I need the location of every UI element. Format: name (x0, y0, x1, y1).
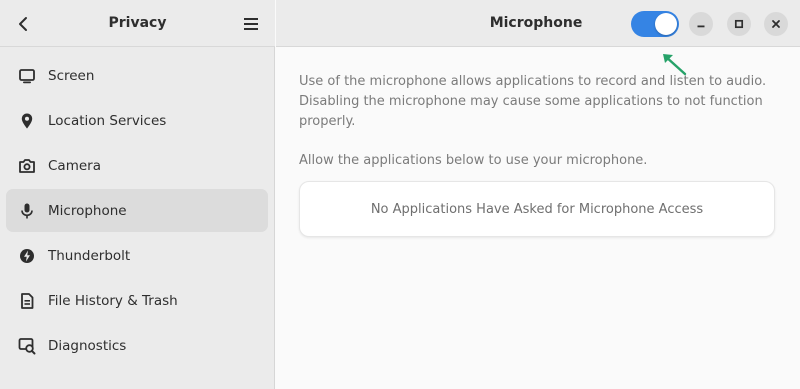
thunderbolt-icon (18, 247, 36, 265)
page-title: Microphone (489, 15, 583, 31)
microphone-toggle[interactable] (631, 11, 679, 37)
maximize-button[interactable] (727, 12, 751, 36)
toggle-knob (655, 13, 677, 35)
file-history-icon (18, 292, 36, 310)
allow-apps-text: Allow the applications below to use your… (299, 153, 648, 168)
maximize-icon (734, 19, 744, 29)
microphone-content: Use of the microphone allows application… (299, 72, 777, 237)
apps-list-box: No Applications Have Asked for Microphon… (299, 181, 775, 237)
sidebar-item-camera[interactable]: Camera (6, 144, 268, 187)
minimize-icon (697, 25, 705, 28)
sidebar-item-thunderbolt[interactable]: Thunderbolt (6, 234, 268, 277)
sidebar-item-label: Thunderbolt (48, 247, 131, 264)
sidebar: Privacy Screen Location Services Camera … (0, 0, 275, 389)
minimize-button[interactable] (689, 12, 713, 36)
screen-icon (18, 67, 36, 85)
annotation-arrow-icon (663, 54, 687, 76)
sidebar-item-file-history-trash[interactable]: File History & Trash (6, 279, 268, 322)
microphone-icon (18, 202, 36, 220)
sidebar-item-label: Microphone (48, 202, 127, 219)
sidebar-item-label: Screen (48, 67, 95, 84)
sidebar-item-label: File History & Trash (48, 292, 178, 309)
main-header: Microphone (276, 0, 800, 47)
sidebar-item-screen[interactable]: Screen (6, 54, 268, 97)
settings-window: Privacy Screen Location Services Camera … (0, 0, 800, 389)
microphone-description: Use of the microphone allows application… (299, 74, 767, 129)
sidebar-item-label: Diagnostics (48, 337, 127, 354)
menu-button[interactable] (235, 9, 267, 39)
sidebar-item-microphone[interactable]: Microphone (6, 189, 268, 232)
empty-state-label: No Applications Have Asked for Microphon… (370, 201, 704, 217)
close-button[interactable] (764, 12, 788, 36)
sidebar-item-label: Location Services (48, 112, 167, 129)
hamburger-menu-icon (244, 18, 258, 30)
main-panel: Microphone Use of the microphone allows … (276, 0, 800, 389)
sidebar-item-diagnostics[interactable]: Diagnostics (6, 324, 268, 367)
privacy-nav-list: Screen Location Services Camera Micropho… (6, 54, 268, 369)
close-icon (772, 20, 780, 28)
sidebar-title: Privacy (108, 15, 167, 31)
location-pin-icon (18, 112, 36, 130)
diagnostics-icon (18, 337, 36, 355)
camera-icon (18, 157, 36, 175)
sidebar-item-label: Camera (48, 157, 101, 174)
sidebar-header: Privacy (0, 0, 275, 47)
sidebar-item-location-services[interactable]: Location Services (6, 99, 268, 142)
